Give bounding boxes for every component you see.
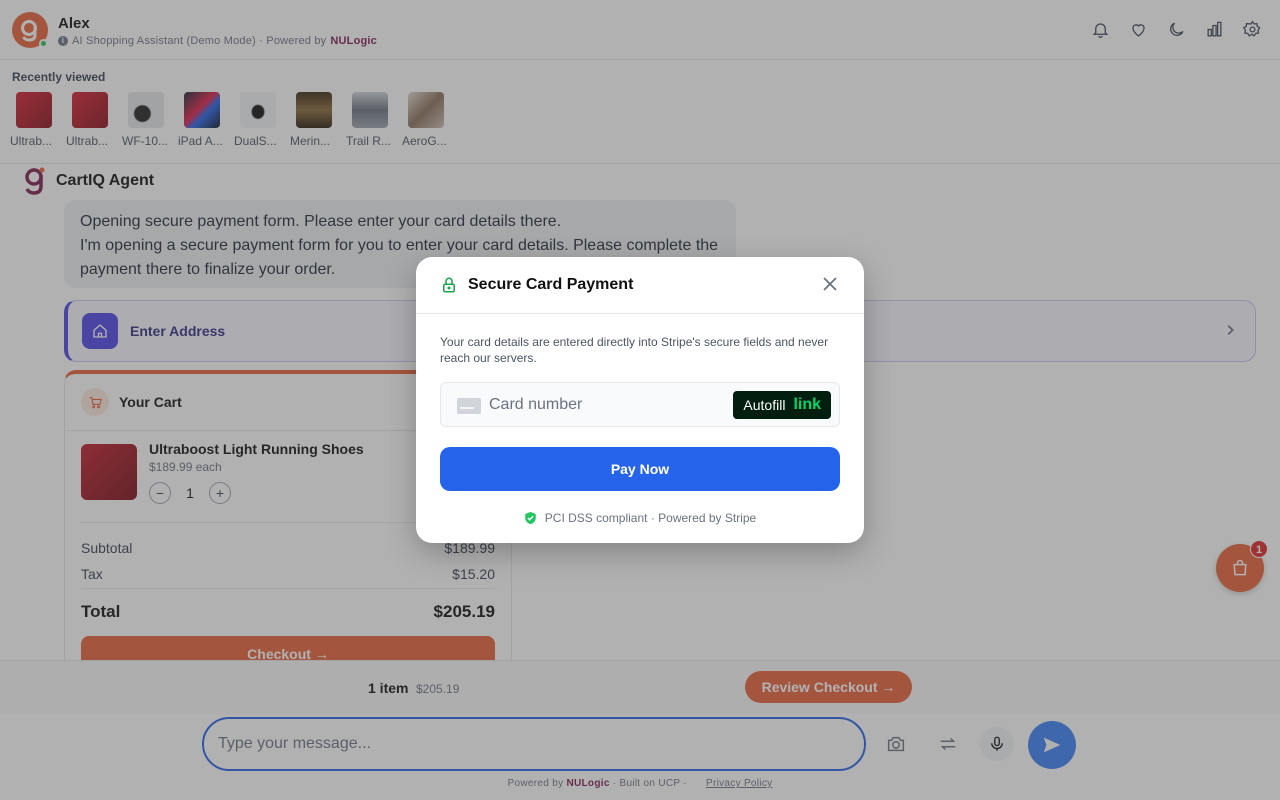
secure-payment-modal: Secure Card Payment Your card details ar… (416, 257, 864, 543)
modal-header: Secure Card Payment (416, 257, 864, 314)
card-number-placeholder: Card number (489, 396, 583, 413)
modal-title: Secure Card Payment (468, 276, 634, 293)
compliance-note: PCI DSS compliant · Powered by Stripe (416, 511, 864, 525)
link-logo: link (793, 396, 821, 413)
autofill-link-button[interactable]: Autofill link (733, 391, 831, 419)
credit-card-icon (457, 398, 481, 414)
autofill-label: Autofill (743, 397, 786, 413)
compliance-text: PCI DSS compliant · Powered by Stripe (544, 511, 757, 525)
pay-now-button[interactable]: Pay Now (440, 447, 840, 491)
close-icon[interactable] (822, 276, 840, 294)
shield-check-icon (525, 511, 536, 525)
lock-icon (440, 276, 460, 296)
card-number-field[interactable]: Card number Autofill link (440, 382, 840, 427)
modal-description: Your card details are entered directly i… (440, 335, 829, 365)
